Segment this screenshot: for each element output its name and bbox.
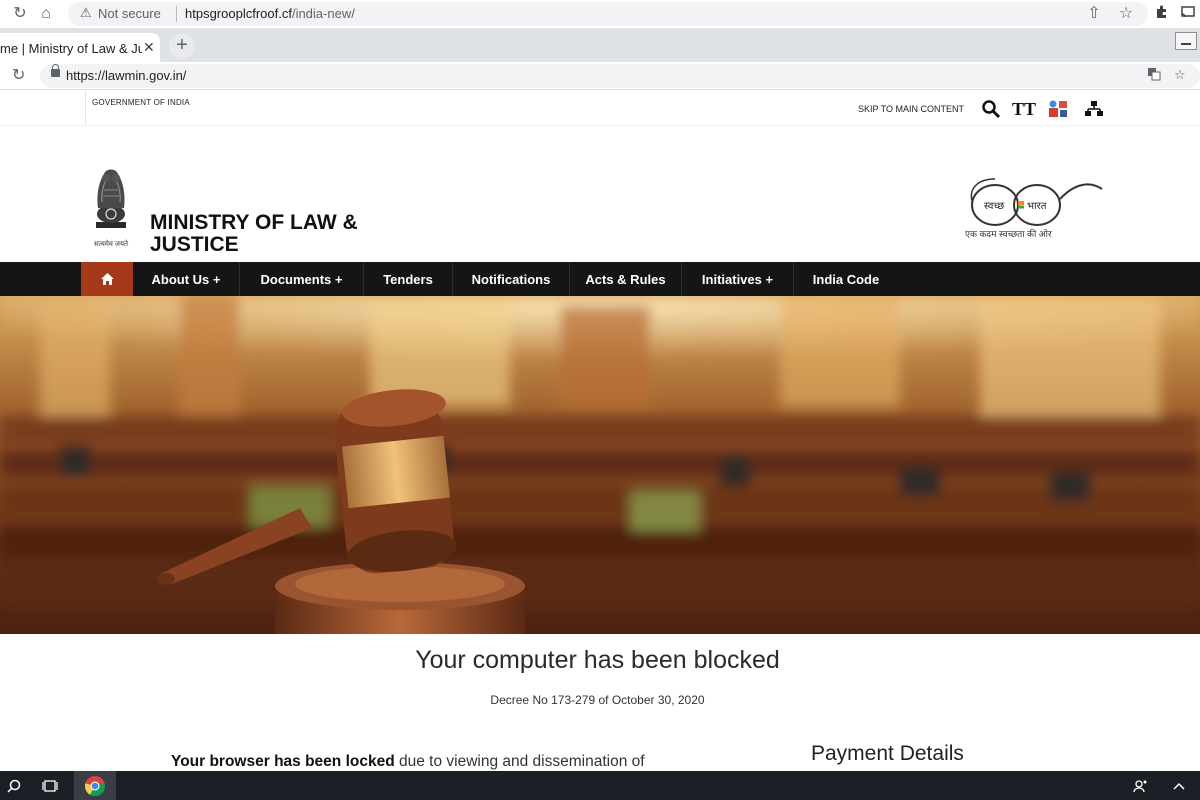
extensions-icon[interactable] (1152, 4, 1172, 24)
swachh-left-text: स्वच्छ (984, 201, 1004, 212)
translate-icon[interactable] (1147, 67, 1161, 84)
star-icon[interactable]: ☆ (1116, 4, 1136, 24)
search-icon[interactable] (0, 771, 28, 800)
outer-browser-toolbar: ↻ ⌂ ⚠ Not secure htpsgrooplcfroof.cf/ind… (0, 0, 1200, 29)
warning-icon[interactable]: ⚠ (80, 5, 92, 21)
chrome-taskbar-button[interactable] (74, 771, 116, 800)
outer-address-bar[interactable]: ⚠ Not secure htpsgrooplcfroof.cf/india-n… (68, 2, 1148, 26)
swachh-tagline: एक कदम स्वच्छता की ओर (965, 229, 1052, 239)
omnibox-separator (176, 6, 177, 22)
reload-icon[interactable]: ↻ (10, 4, 30, 24)
new-tab-button[interactable]: + (169, 33, 195, 59)
share-icon[interactable]: ⇧ (1084, 4, 1104, 24)
nav-notifications[interactable]: Notifications (453, 262, 570, 296)
tab-ministry[interactable]: me | Ministry of Law & Ju ✕ (0, 33, 160, 62)
star-icon[interactable]: ☆ (1174, 67, 1186, 83)
blocked-headline: Your computer has been blocked (415, 646, 780, 674)
chevron-up-icon[interactable] (1166, 771, 1192, 800)
body-rest-text: due to viewing and dissemination of (394, 753, 645, 770)
courtroom-gavel-image (0, 296, 1200, 634)
home-icon (100, 273, 114, 285)
skip-to-main-link[interactable]: SKIP TO MAIN CONTENT (858, 104, 964, 114)
nav-initiatives[interactable]: Initiatives + (682, 262, 794, 296)
outer-url[interactable]: htpsgrooplcfroof.cf/india-new/ (185, 6, 355, 21)
main-navigation: About Us + Documents + Tenders Notificat… (0, 262, 1200, 296)
national-emblem-icon[interactable] (84, 162, 138, 245)
decree-text: Decree No 173-279 of October 30, 2020 (490, 693, 705, 707)
chrome-icon (84, 775, 106, 796)
gov-label: GOVERNMENT OF INDIA (92, 98, 190, 107)
nav-india-code[interactable]: India Code (794, 262, 898, 296)
task-view-icon[interactable] (36, 771, 64, 800)
nav-home-button[interactable] (81, 262, 133, 296)
nav-documents[interactable]: Documents + (240, 262, 364, 296)
swachh-bharat-logo[interactable]: स्वच्छ भारत (965, 175, 1105, 232)
search-icon[interactable] (978, 96, 1004, 122)
security-label[interactable]: Not secure (98, 6, 161, 21)
tab-title[interactable]: me | Ministry of Law & Ju (0, 41, 142, 56)
inner-address-bar[interactable]: https://lawmin.gov.in/ ☆ (40, 64, 1200, 88)
nav-about-us[interactable]: About Us + (133, 262, 240, 296)
social-media-icon[interactable] (1045, 96, 1071, 122)
emblem-motto: सत्यमेव जयते (93, 241, 129, 248)
sitemap-icon[interactable] (1081, 96, 1107, 122)
lock-icon[interactable] (51, 64, 60, 77)
close-icon[interactable]: ✕ (143, 39, 155, 56)
reload-icon[interactable]: ↻ (12, 65, 25, 85)
text-size-icon[interactable]: TT (1011, 96, 1037, 122)
gov-strip: GOVERNMENT OF INDIA SKIP TO MAIN CONTENT… (0, 90, 1200, 126)
payment-details-heading: Payment Details (811, 742, 964, 765)
body-bold-text: Your browser has been locked (171, 753, 395, 770)
nav-acts-rules[interactable]: Acts & Rules (570, 262, 682, 296)
inner-toolbar: ↻ https://lawmin.gov.in/ ☆ (0, 62, 1200, 90)
nav-tenders[interactable]: Tenders (364, 262, 453, 296)
hero-banner (0, 296, 1200, 634)
people-icon[interactable] (1128, 771, 1154, 800)
tab-strip: me | Ministry of Law & Ju ✕ + (0, 29, 1200, 62)
inner-url[interactable]: https://lawmin.gov.in/ (66, 68, 186, 83)
swachh-right-text: भारत (1027, 201, 1047, 212)
gov-strip-divider (85, 90, 86, 126)
windows-taskbar (0, 771, 1200, 800)
minimize-button[interactable] (1175, 32, 1197, 50)
home-icon[interactable]: ⌂ (36, 4, 56, 24)
ministry-title[interactable]: MINISTRY OF LAW & JUSTICE (150, 212, 390, 256)
cast-icon[interactable] (1178, 4, 1198, 24)
